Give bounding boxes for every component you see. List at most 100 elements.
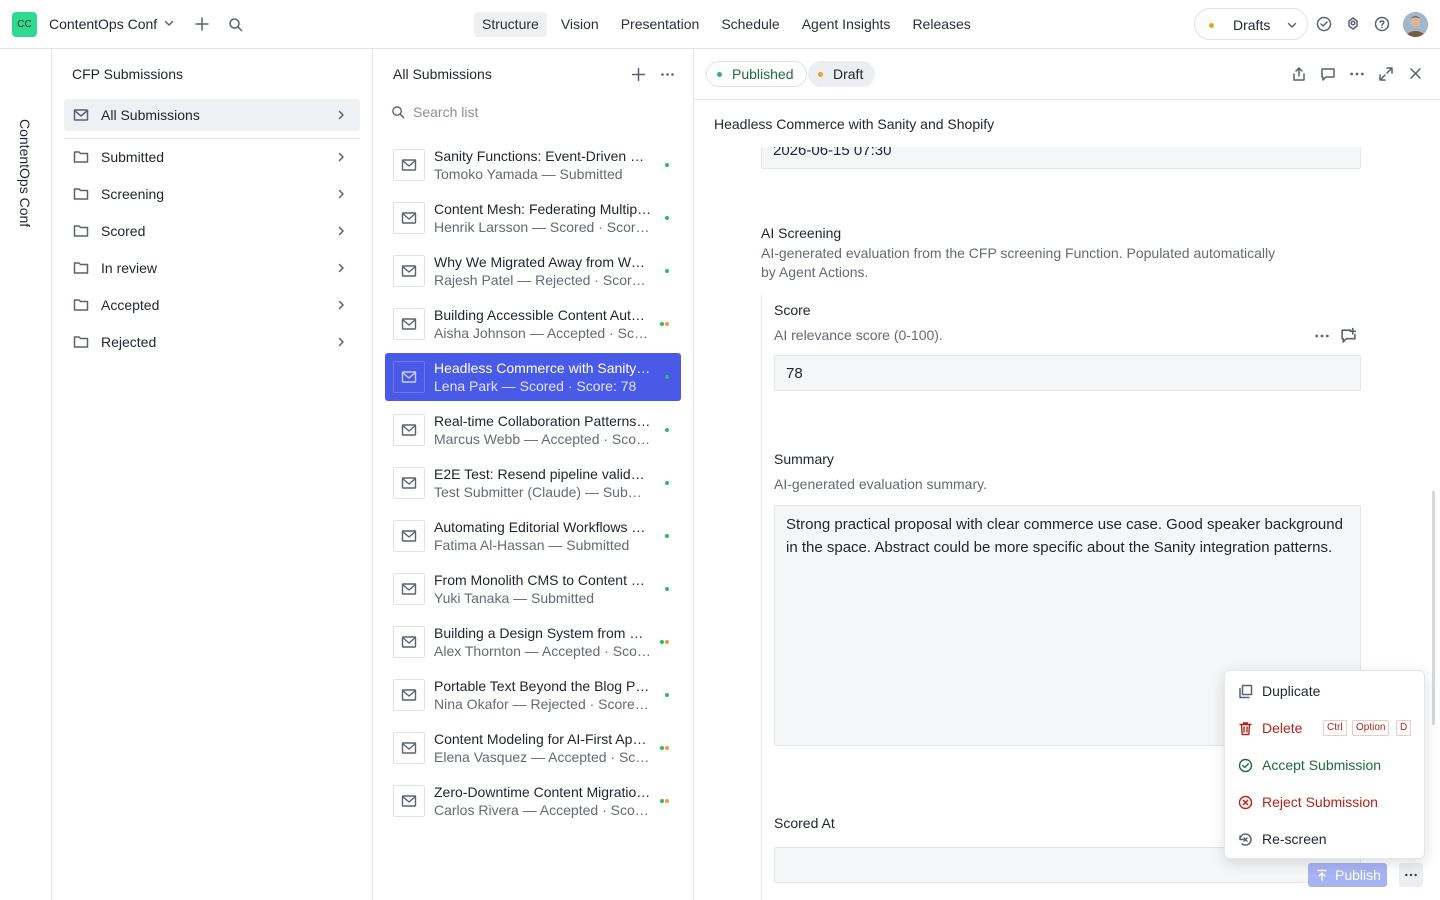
- document-title: Headless Commerce with Sanity and Shopif…: [714, 116, 995, 132]
- document-list-item[interactable]: Why We Migrated Away from WordPress Rajes…: [385, 247, 681, 295]
- workspace-logo[interactable]: CC: [12, 12, 37, 37]
- scrollbar[interactable]: [1432, 491, 1435, 725]
- chevron-right-icon: [336, 226, 346, 236]
- draft-status-dot: [818, 71, 823, 77]
- check-circle-icon[interactable]: [1316, 16, 1332, 32]
- tab-structure[interactable]: Structure: [474, 12, 547, 37]
- user-avatar[interactable]: [1403, 12, 1428, 37]
- document-subtitle: Nina Okafor — Rejected · Score: 76: [434, 696, 652, 712]
- shortcut-key: Option: [1352, 720, 1390, 736]
- status-indicator: [660, 640, 669, 644]
- summary-label: Summary: [774, 451, 834, 467]
- document-list-item[interactable]: Zero-Downtime Content Migrations at Scal…: [385, 777, 681, 825]
- document-list-item[interactable]: Building Accessible Content Authoring Ais…: [385, 300, 681, 348]
- chevron-right-icon: [336, 300, 346, 310]
- chevron-right-icon: [336, 152, 346, 162]
- more-horizontal-icon[interactable]: [660, 67, 675, 82]
- date-field[interactable]: 2026-06-15 07:30: [761, 147, 1361, 169]
- menu-item-accept-submission[interactable]: Accept Submission: [1231, 749, 1420, 781]
- folder-icon: [73, 298, 89, 312]
- search-list-input[interactable]: [413, 100, 673, 124]
- sidebar-item-all-submissions[interactable]: All Submissions: [64, 99, 360, 131]
- sidebar-item-label: Screening: [101, 186, 165, 202]
- document-list-item[interactable]: Portable Text Beyond the Blog Post Nina O…: [385, 671, 681, 719]
- sidebar-item-in-review[interactable]: In review: [64, 252, 360, 284]
- rail-title[interactable]: ContentOps Conf: [17, 119, 33, 227]
- folder-icon: [73, 150, 89, 164]
- mail-icon: [393, 467, 425, 499]
- document-list-item[interactable]: E2E Test: Resend pipeline validation Test…: [385, 459, 681, 507]
- menu-item-delete[interactable]: Delete Ctrl Option D: [1231, 712, 1420, 744]
- tab-releases[interactable]: Releases: [904, 12, 978, 37]
- search-icon[interactable]: [228, 17, 243, 32]
- document-list-item[interactable]: Sanity Functions: Event-Driven Content O…: [385, 141, 681, 189]
- status-indicator: [665, 428, 669, 432]
- mail-icon: [393, 573, 425, 605]
- document-subtitle: Tomoko Yamada — Submitted: [434, 166, 623, 182]
- document-list-item[interactable]: From Monolith CMS to Content Lake Yuki Ta…: [385, 565, 681, 613]
- plus-icon[interactable]: [631, 67, 646, 82]
- menu-item-label: Delete: [1262, 720, 1303, 736]
- more-horizontal-icon[interactable]: [1314, 328, 1330, 344]
- document-actions-menu: Duplicate Delete Ctrl Option D Accept Su…: [1224, 670, 1425, 859]
- share-icon[interactable]: [1291, 66, 1307, 82]
- document-list-item[interactable]: Automating Editorial Workflows with AI Fa…: [385, 512, 681, 560]
- status-dot: [665, 269, 669, 273]
- document-list-item[interactable]: Building a Design System from Structured…: [385, 618, 681, 666]
- workspace-name[interactable]: ContentOps Conf: [49, 16, 157, 32]
- status-dot: [665, 428, 669, 432]
- status-indicator: [665, 534, 669, 538]
- publish-button[interactable]: Publish: [1308, 863, 1387, 887]
- tab-vision[interactable]: Vision: [553, 12, 607, 37]
- structure-pane: CFP Submissions All Submissions Submitte…: [52, 49, 373, 900]
- sidebar-item-submitted[interactable]: Submitted: [64, 141, 360, 173]
- pane-title: CFP Submissions: [72, 66, 184, 82]
- top-navbar: CC ContentOps Conf Structure Vision Pres…: [0, 0, 1440, 49]
- close-icon[interactable]: [1408, 66, 1423, 81]
- help-icon[interactable]: [1374, 16, 1390, 32]
- add-comment-icon[interactable]: [1340, 327, 1357, 344]
- workspace-rail: ContentOps Conf: [0, 49, 52, 900]
- sidebar-item-label: In review: [101, 260, 158, 276]
- more-horizontal-icon[interactable]: [1349, 66, 1365, 82]
- plus-icon[interactable]: [194, 16, 210, 32]
- mail-icon: [393, 255, 425, 287]
- sidebar-item-rejected[interactable]: Rejected: [64, 326, 360, 358]
- score-input[interactable]: 78: [774, 355, 1361, 391]
- tab-presentation[interactable]: Presentation: [613, 12, 708, 37]
- menu-item-re-screen[interactable]: Re-screen: [1231, 823, 1420, 855]
- sidebar-item-scored[interactable]: Scored: [64, 215, 360, 247]
- scored-at-label: Scored At: [774, 815, 835, 831]
- document-subtitle: Rajesh Patel — Rejected · Score: 52: [434, 272, 652, 288]
- document-subtitle: Alex Thornton — Accepted · Score: 85: [434, 643, 652, 659]
- document-list-item[interactable]: Content Modeling for AI-First Applicatio…: [385, 724, 681, 772]
- users-icon[interactable]: [1345, 16, 1361, 32]
- sidebar-item-accepted[interactable]: Accepted: [64, 289, 360, 321]
- folder-icon: [73, 187, 89, 201]
- document-list-item[interactable]: Real-time Collaboration Patterns for Edi…: [385, 406, 681, 454]
- mail-icon: [393, 732, 425, 764]
- x-circle-icon: [1238, 795, 1253, 810]
- status-indicator: [665, 163, 669, 167]
- document-list-item[interactable]: Headless Commerce with Sanity and Shopif…: [385, 353, 681, 401]
- published-status-dot: [717, 71, 722, 77]
- summary-value: Strong practical proposal with clear com…: [786, 516, 1343, 556]
- document-subtitle: Test Submitter (Claude) — Submitted: [434, 484, 652, 500]
- expand-icon[interactable]: [1378, 66, 1394, 82]
- comment-icon[interactable]: [1320, 66, 1336, 82]
- draft-pill[interactable]: Draft: [808, 61, 876, 87]
- document-subtitle: Marcus Webb — Accepted · Score: 90: [434, 431, 652, 447]
- chevron-down-icon[interactable]: [163, 17, 175, 29]
- perspective-select[interactable]: Drafts: [1194, 8, 1308, 40]
- document-actions-button[interactable]: [1399, 863, 1423, 887]
- status-dot: [660, 322, 664, 326]
- menu-item-duplicate[interactable]: Duplicate: [1231, 675, 1420, 707]
- document-title: Why We Migrated Away from WordPress: [434, 254, 652, 270]
- document-list-item[interactable]: Content Mesh: Federating Multiple Conten…: [385, 194, 681, 242]
- status-dot: [665, 587, 669, 591]
- sidebar-item-screening[interactable]: Screening: [64, 178, 360, 210]
- tab-agent-insights[interactable]: Agent Insights: [794, 12, 899, 37]
- menu-item-reject-submission[interactable]: Reject Submission: [1231, 786, 1420, 818]
- tab-schedule[interactable]: Schedule: [713, 12, 787, 37]
- published-pill[interactable]: Published: [706, 61, 807, 87]
